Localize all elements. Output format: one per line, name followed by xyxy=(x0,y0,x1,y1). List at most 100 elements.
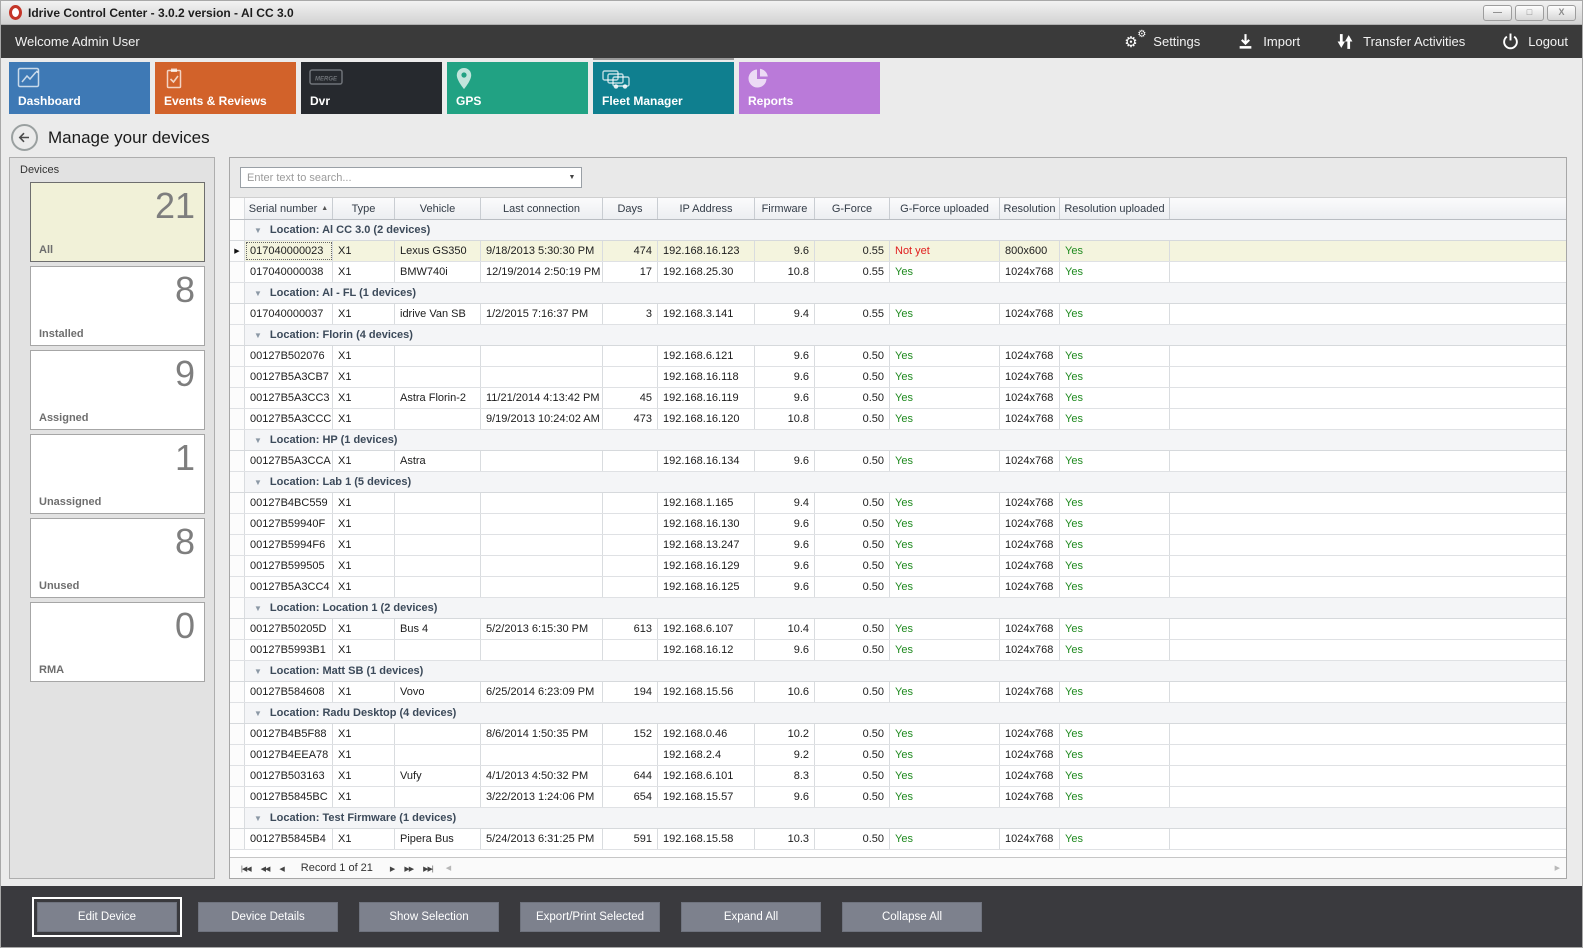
cell-res[interactable]: 800x600 xyxy=(1000,241,1060,261)
cell-type[interactable]: X1 xyxy=(333,535,395,555)
cell-res[interactable]: 1024x768 xyxy=(1000,346,1060,366)
cell-res[interactable]: 1024x768 xyxy=(1000,367,1060,387)
cell-ip[interactable]: 192.168.1.165 xyxy=(658,493,755,513)
cell-ip[interactable]: 192.168.16.134 xyxy=(658,451,755,471)
cell-last[interactable]: 1/2/2015 7:16:37 PM xyxy=(481,304,603,324)
cell-fw[interactable]: 10.8 xyxy=(755,409,815,429)
cell-type[interactable]: X1 xyxy=(333,640,395,660)
cell-res[interactable]: 1024x768 xyxy=(1000,451,1060,471)
cell-vehicle[interactable] xyxy=(395,640,481,660)
collapse-icon[interactable]: ▼ xyxy=(254,667,262,676)
group-row[interactable]: ▼Location: Al - FL (1 devices) xyxy=(230,283,1566,304)
tab-dvr[interactable]: MERGEDvr xyxy=(301,62,442,114)
cell-fw[interactable]: 8.3 xyxy=(755,766,815,786)
tab-reports[interactable]: Reports xyxy=(739,62,880,114)
cell-gfu[interactable]: Not yet xyxy=(890,241,1000,261)
cell-vehicle[interactable] xyxy=(395,577,481,597)
cell-last[interactable] xyxy=(481,451,603,471)
cell-gfu[interactable]: Yes xyxy=(890,766,1000,786)
cell-type[interactable]: X1 xyxy=(333,766,395,786)
logout-button[interactable]: Logout xyxy=(1499,32,1568,52)
cell-resu[interactable]: Yes xyxy=(1060,787,1170,807)
cell-res[interactable]: 1024x768 xyxy=(1000,493,1060,513)
cell-resu[interactable]: Yes xyxy=(1060,304,1170,324)
cell-fw[interactable]: 10.4 xyxy=(755,619,815,639)
cell-ip[interactable]: 192.168.2.4 xyxy=(658,745,755,765)
cell-type[interactable]: X1 xyxy=(333,493,395,513)
close-button[interactable]: X xyxy=(1547,5,1576,21)
table-row[interactable]: ▶017040000023X1Lexus GS3509/18/2013 5:30… xyxy=(230,241,1566,262)
cell-gf[interactable]: 0.50 xyxy=(815,640,890,660)
table-row[interactable]: 00127B5845BCX13/22/2013 1:24:06 PM654192… xyxy=(230,787,1566,808)
cell-serial[interactable]: 00127B5A3CC4 xyxy=(245,577,333,597)
cell-res[interactable]: 1024x768 xyxy=(1000,556,1060,576)
cell-type[interactable]: X1 xyxy=(333,829,395,849)
cell-gf[interactable]: 0.50 xyxy=(815,682,890,702)
cell-type[interactable]: X1 xyxy=(333,577,395,597)
cell-serial[interactable]: 00127B59940F xyxy=(245,514,333,534)
table-row[interactable]: 00127B4B5F88X18/6/2014 1:50:35 PM152192.… xyxy=(230,724,1566,745)
collapse-icon[interactable]: ▼ xyxy=(254,478,262,487)
cell-ip[interactable]: 192.168.16.119 xyxy=(658,388,755,408)
cell-res[interactable]: 1024x768 xyxy=(1000,514,1060,534)
cell-vehicle[interactable]: Bus 4 xyxy=(395,619,481,639)
cell-fw[interactable]: 10.6 xyxy=(755,682,815,702)
cell-resu[interactable]: Yes xyxy=(1060,724,1170,744)
table-row[interactable]: 00127B584608X1Vovo6/25/2014 6:23:09 PM19… xyxy=(230,682,1566,703)
maximize-button[interactable]: □ xyxy=(1515,5,1544,21)
cell-gf[interactable]: 0.50 xyxy=(815,724,890,744)
cell-serial[interactable]: 017040000038 xyxy=(245,262,333,282)
cell-type[interactable]: X1 xyxy=(333,241,395,261)
cell-fw[interactable]: 9.4 xyxy=(755,304,815,324)
cell-resu[interactable]: Yes xyxy=(1060,367,1170,387)
column-header-serial[interactable]: Serial number▲ xyxy=(245,198,333,219)
cell-type[interactable]: X1 xyxy=(333,451,395,471)
cell-resu[interactable]: Yes xyxy=(1060,745,1170,765)
cell-ip[interactable]: 192.168.15.58 xyxy=(658,829,755,849)
column-header-vehicle[interactable]: Vehicle xyxy=(395,198,481,219)
cell-ip[interactable]: 192.168.6.101 xyxy=(658,766,755,786)
cell-ip[interactable]: 192.168.6.121 xyxy=(658,346,755,366)
cell-last[interactable] xyxy=(481,535,603,555)
cell-serial[interactable]: 00127B4BC559 xyxy=(245,493,333,513)
cell-res[interactable]: 1024x768 xyxy=(1000,388,1060,408)
cell-serial[interactable]: 00127B4B5F88 xyxy=(245,724,333,744)
table-row[interactable]: 00127B5A3CCCX19/19/2013 10:24:02 AM47319… xyxy=(230,409,1566,430)
cell-res[interactable]: 1024x768 xyxy=(1000,682,1060,702)
cell-serial[interactable]: 00127B5A3CB7 xyxy=(245,367,333,387)
cell-resu[interactable]: Yes xyxy=(1060,388,1170,408)
cell-serial[interactable]: 00127B599505 xyxy=(245,556,333,576)
table-row[interactable]: 00127B4EEA78X1192.168.2.49.20.50Yes1024x… xyxy=(230,745,1566,766)
cell-type[interactable]: X1 xyxy=(333,619,395,639)
cell-days[interactable]: 644 xyxy=(603,766,658,786)
cell-resu[interactable]: Yes xyxy=(1060,556,1170,576)
cell-resu[interactable]: Yes xyxy=(1060,346,1170,366)
cell-fw[interactable]: 9.6 xyxy=(755,640,815,660)
cell-fw[interactable]: 9.6 xyxy=(755,388,815,408)
cell-resu[interactable]: Yes xyxy=(1060,514,1170,534)
collapse-icon[interactable]: ▼ xyxy=(254,604,262,613)
cell-type[interactable]: X1 xyxy=(333,556,395,576)
cell-ip[interactable]: 192.168.15.57 xyxy=(658,787,755,807)
cell-gfu[interactable]: Yes xyxy=(890,304,1000,324)
pager-first-button[interactable]: |◀◀ xyxy=(236,866,256,873)
cell-type[interactable]: X1 xyxy=(333,304,395,324)
cell-days[interactable] xyxy=(603,493,658,513)
table-row[interactable]: 00127B5994F6X1192.168.13.2479.60.50Yes10… xyxy=(230,535,1566,556)
cell-days[interactable] xyxy=(603,535,658,555)
cell-vehicle[interactable] xyxy=(395,724,481,744)
cell-ip[interactable]: 192.168.3.141 xyxy=(658,304,755,324)
cell-serial[interactable]: 00127B5A3CCA xyxy=(245,451,333,471)
search-input[interactable] xyxy=(241,172,563,184)
cell-res[interactable]: 1024x768 xyxy=(1000,640,1060,660)
table-row[interactable]: 00127B5A3CC3X1Astra Florin-211/21/2014 4… xyxy=(230,388,1566,409)
cell-res[interactable]: 1024x768 xyxy=(1000,409,1060,429)
cell-last[interactable] xyxy=(481,514,603,534)
collapse-icon[interactable]: ▼ xyxy=(254,331,262,340)
cell-serial[interactable]: 017040000023 xyxy=(245,241,333,261)
cell-last[interactable] xyxy=(481,346,603,366)
cell-days[interactable]: 152 xyxy=(603,724,658,744)
cell-fw[interactable]: 9.6 xyxy=(755,241,815,261)
filter-card-installed[interactable]: 8Installed xyxy=(30,266,205,346)
cell-last[interactable]: 5/2/2013 6:15:30 PM xyxy=(481,619,603,639)
